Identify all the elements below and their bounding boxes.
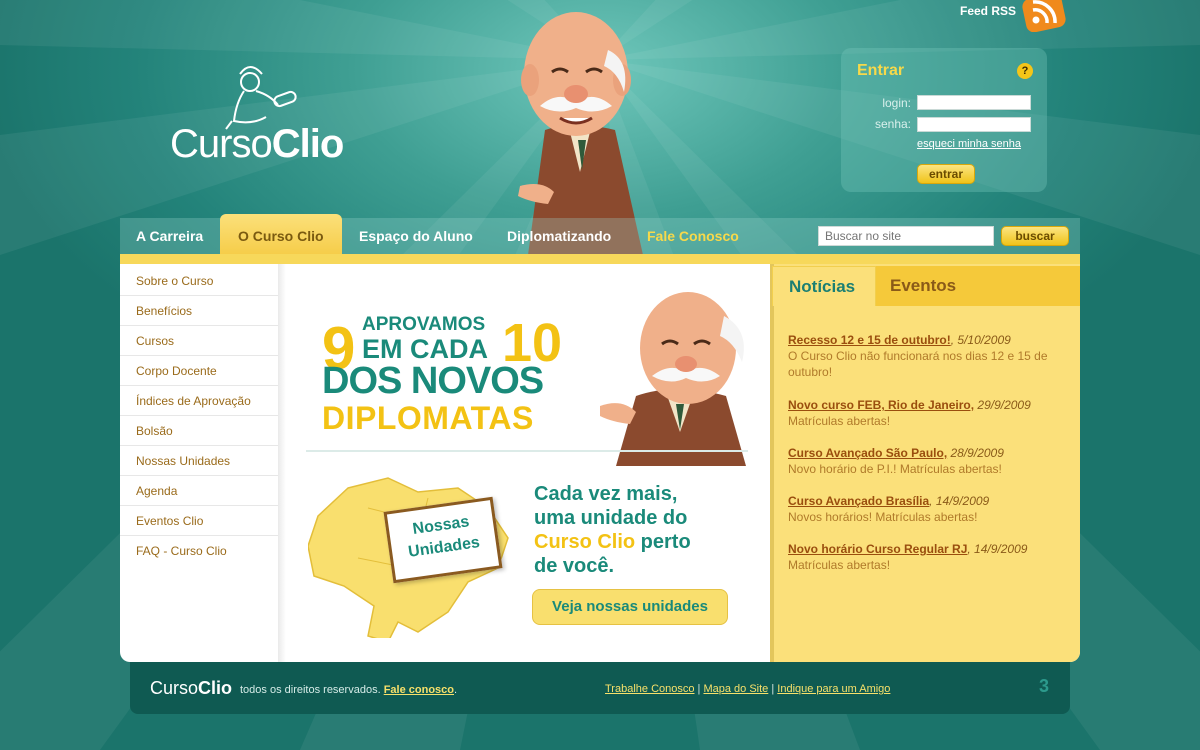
footer-link-trabalhe-conosco[interactable]: Trabalhe Conosco (605, 683, 694, 695)
panel-top-bar (120, 254, 1080, 264)
feed-rss-link[interactable]: Feed RSS (960, 4, 1016, 18)
nav-item-a-carreira[interactable]: A Carreira (136, 228, 203, 244)
sidebar-item-nossas-unidades[interactable]: Nossas Unidades (120, 446, 278, 476)
tab-eventos-label: Eventos (890, 276, 957, 295)
units-text-line-3: perto (635, 531, 691, 553)
see-units-button[interactable]: Veja nossas unidades (532, 589, 728, 625)
news-item-body: O Curso Clio não funcionará nos dias 12 … (788, 349, 1048, 379)
help-icon[interactable]: ? (1017, 63, 1033, 79)
nav-item-o-curso-clio[interactable]: O Curso Clio (220, 214, 342, 254)
nav-item-diplomatizando[interactable]: Diplomatizando (507, 228, 611, 244)
news-item: Curso Avançado São Paulo, 28/9/2009 Novo… (788, 445, 1066, 477)
units-text-highlight: Curso Clio (534, 531, 636, 553)
search-button[interactable]: buscar (1001, 226, 1069, 246)
sidebar-item-indices-de-aprovacao[interactable]: Índices de Aprovação (120, 386, 278, 416)
rss-icon[interactable] (1020, 0, 1068, 32)
units-text-line-2: uma unidade do (534, 507, 688, 529)
sidebar-item-cursos[interactable]: Cursos (120, 326, 278, 356)
sidebar-shadow (278, 264, 286, 662)
sidebar-item-beneficios[interactable]: Benefícios (120, 296, 278, 326)
news-item: Curso Avançado Brasília, 14/9/2009 Novos… (788, 493, 1066, 525)
footer: CursoClio todos os direitos reservados. … (130, 662, 1070, 714)
news-item-body: Matrículas abertas! (788, 414, 891, 428)
banner-line-3: DOS NOVOS (322, 360, 544, 402)
news-item-title[interactable]: Curso Avançado Brasília (788, 494, 929, 508)
login-box: Entrar ? login: senha: esqueci minha sen… (841, 48, 1047, 192)
professor-banner-illustration (600, 292, 746, 466)
news-item-title[interactable]: Curso Avançado São Paulo, (788, 446, 947, 460)
logo-bold: Clio (271, 122, 345, 166)
tab-noticias-label: Notícias (789, 277, 856, 296)
forgot-password-link[interactable]: esqueci minha senha (917, 138, 1021, 150)
sidebar-item-eventos-clio[interactable]: Eventos Clio (120, 506, 278, 536)
banner-divider (306, 450, 748, 452)
news-item-date: 14/9/2009 (974, 542, 1028, 556)
footer-logo-bold: Clio (198, 678, 233, 698)
news-item-body: Novo horário de P.I.! Matrículas abertas… (788, 462, 1002, 476)
login-label: login: (882, 96, 911, 110)
nav-item-fale-conosco[interactable]: Fale Conosco (647, 228, 739, 244)
news-item-title[interactable]: Recesso 12 e 15 de outubro! (788, 333, 951, 347)
news-item-body: Novos horários! Matrículas abertas! (788, 510, 978, 524)
login-title: Entrar (857, 62, 905, 79)
footer-copy-text: todos os direitos reservados. (240, 684, 381, 696)
footer-page-badge: 3 (1039, 676, 1050, 696)
sidebar-item-sobre-o-curso[interactable]: Sobre o Curso (120, 266, 278, 296)
banner-line-1: APROVAMOS (362, 314, 486, 335)
news-item-date: 5/10/2009 (957, 333, 1011, 347)
banner-line-4: DIPLOMATAS (322, 400, 534, 436)
news-item-title[interactable]: Novo horário Curso Regular RJ (788, 542, 967, 556)
news-item: Novo curso FEB, Rio de Janeiro, 29/9/200… (788, 397, 1066, 429)
tab-noticias[interactable]: Notícias (772, 266, 876, 306)
footer-logo-light: Curso (150, 678, 199, 698)
nav-item-espaco-do-aluno[interactable]: Espaço do Aluno (359, 228, 473, 244)
news-item-body: Matrículas abertas! (788, 558, 891, 572)
footer-contact-link[interactable]: Fale conosco (384, 684, 454, 696)
nav-item-label: O Curso Clio (238, 228, 324, 244)
footer-link-indique[interactable]: Indique para um Amigo (777, 683, 890, 695)
search-input[interactable] (818, 226, 994, 246)
news-item: Recesso 12 e 15 de outubro!, 5/10/2009 O… (788, 332, 1066, 380)
approval-banner[interactable]: 9 APROVAMOS EM CADA 10 DOS NOVOS DIPLOMA… (306, 266, 776, 466)
logo-light: Curso (170, 122, 273, 166)
footer-link-mapa-do-site[interactable]: Mapa do Site (703, 683, 768, 695)
sidebar-item-agenda[interactable]: Agenda (120, 476, 278, 506)
news-item-date: 29/9/2009 (977, 398, 1031, 412)
password-input[interactable] (917, 117, 1031, 132)
sidebar-item-bolsao[interactable]: Bolsão (120, 416, 278, 446)
our-units-card[interactable]: Nossas Unidades (383, 496, 503, 584)
units-promo-text: Cada vez mais, uma unidade do Curso Clio… (534, 482, 744, 578)
login-submit-button[interactable]: entrar (917, 164, 975, 184)
footer-logo[interactable]: CursoClio (150, 678, 232, 699)
footer-links: Trabalhe Conosco | Mapa do Site | Indiqu… (605, 683, 891, 695)
sidebar-item-corpo-docente[interactable]: Corpo Docente (120, 356, 278, 386)
news-item-date: 28/9/2009 (950, 446, 1004, 460)
password-label: senha: (874, 117, 911, 131)
units-text-line-1: Cada vez mais, (534, 483, 678, 505)
logo-wordmark[interactable]: CursoClio (170, 122, 345, 167)
sidebar-item-faq[interactable]: FAQ - Curso Clio (120, 536, 278, 566)
sidebar-menu: Sobre o Curso Benefícios Cursos Corpo Do… (120, 266, 278, 566)
login-input[interactable] (917, 95, 1031, 110)
content-panel: Sobre o Curso Benefícios Cursos Corpo Do… (120, 254, 1080, 662)
news-column-shadow (770, 264, 774, 662)
news-item-date: 14/9/2009 (935, 494, 990, 508)
news-item-title[interactable]: Novo curso FEB, Rio de Janeiro, (788, 398, 974, 412)
tab-eventos[interactable]: Eventos (876, 266, 1080, 306)
news-item: Novo horário Curso Regular RJ, 14/9/2009… (788, 541, 1066, 573)
units-text-line-4: de você. (534, 555, 615, 577)
footer-copyright: todos os direitos reservados. Fale conos… (240, 684, 458, 696)
